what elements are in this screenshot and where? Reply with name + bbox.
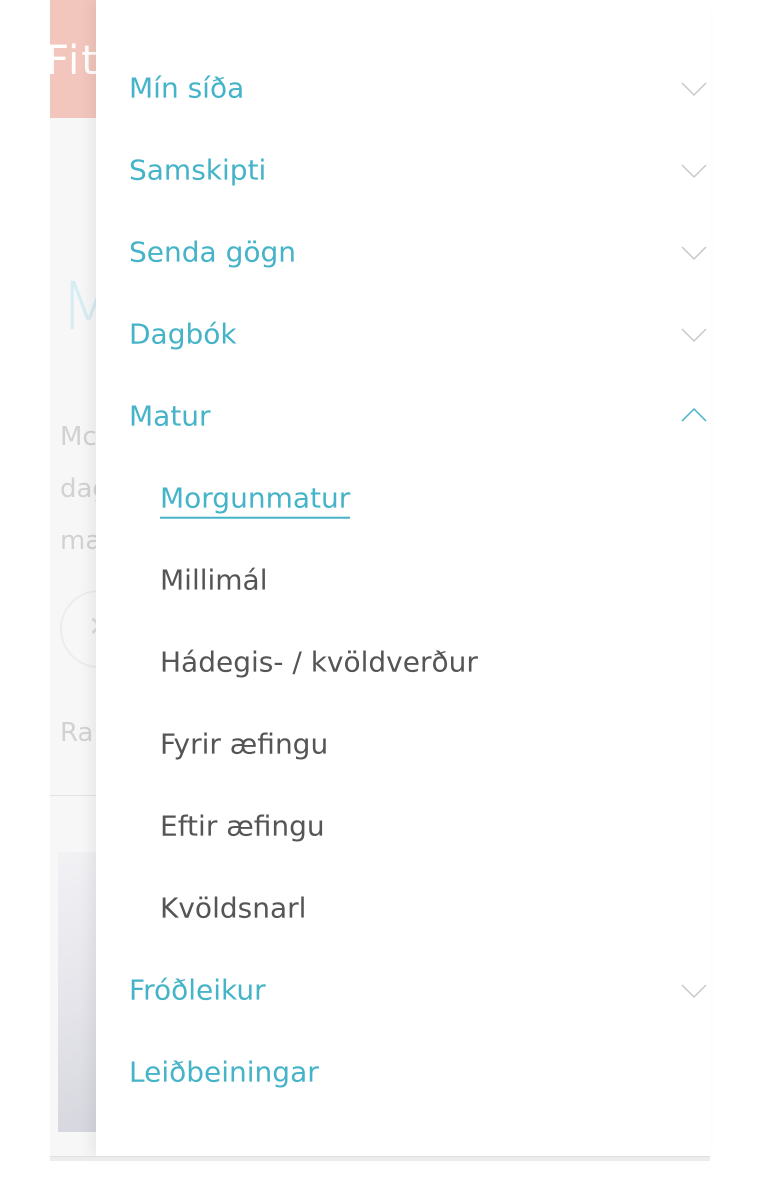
background-footer-text: Ra xyxy=(60,718,94,748)
submenu-item-morgunmatur[interactable]: Morgunmatur xyxy=(96,458,710,538)
chevron-down-icon[interactable] xyxy=(681,239,707,265)
menu-item-label: Leiðbeiningar xyxy=(129,1055,319,1089)
submenu-item-eftir-aefingu[interactable]: Eftir æfingu xyxy=(96,786,710,866)
menu-item-matur[interactable]: Matur xyxy=(96,376,710,456)
submenu-item-label: Kvöldsnarl xyxy=(160,891,307,925)
menu-item-label: Fróðleikur xyxy=(129,973,266,1007)
chevron-down-icon[interactable] xyxy=(681,977,707,1003)
submenu-item-kvoldsnarl[interactable]: Kvöldsnarl xyxy=(96,868,710,948)
background-text-line: Mc xyxy=(60,422,96,452)
background-header-title: Fit xyxy=(50,38,96,84)
navigation-drawer: Mín síða Samskipti Senda gögn Dagbók Mat xyxy=(96,0,710,1156)
menu-item-senda-gogn[interactable]: Senda gögn xyxy=(96,212,710,292)
user-icon: ✕ xyxy=(88,610,96,643)
submenu-item-label: Morgunmatur xyxy=(160,482,351,519)
menu-item-label: Mín síða xyxy=(129,71,245,105)
chevron-down-icon[interactable] xyxy=(681,75,707,101)
bottom-divider xyxy=(50,1156,710,1161)
menu-item-frodleikur[interactable]: Fróðleikur xyxy=(96,950,710,1030)
background-divider xyxy=(50,795,96,796)
background-text-line: dag xyxy=(60,474,96,504)
chevron-up-icon[interactable] xyxy=(681,403,707,429)
background-text-line: ma xyxy=(60,526,96,556)
menu-item-label: Samskipti xyxy=(129,153,267,187)
submenu-item-label: Millimál xyxy=(160,563,268,597)
menu-item-label: Dagbók xyxy=(129,317,237,351)
submenu-item-fyrir-aefingu[interactable]: Fyrir æfingu xyxy=(96,704,710,784)
background-header: Fit xyxy=(50,0,96,118)
menu-item-leidbeiningar[interactable]: Leiðbeiningar xyxy=(96,1032,710,1112)
menu-item-label: Matur xyxy=(129,399,211,433)
app-screen: Fit M Mc dag ma ✕ Ra Mín síða Samskipti … xyxy=(0,0,761,1200)
menu-item-label: Senda gögn xyxy=(129,235,297,269)
menu-item-min-sida[interactable]: Mín síða xyxy=(96,48,710,128)
background-page: Fit M Mc dag ma ✕ Ra xyxy=(50,0,96,1160)
submenu-item-label: Fyrir æfingu xyxy=(160,727,329,761)
background-image xyxy=(58,852,96,1132)
menu-item-dagbok[interactable]: Dagbók xyxy=(96,294,710,374)
background-avatar-circle: ✕ xyxy=(60,590,96,668)
submenu-item-hadegis-kvoldverdur[interactable]: Hádegis- / kvöldverður xyxy=(96,622,710,702)
menu-item-samskipti[interactable]: Samskipti xyxy=(96,130,710,210)
chevron-down-icon[interactable] xyxy=(681,321,707,347)
submenu-item-label: Eftir æfingu xyxy=(160,809,325,843)
submenu-item-millimal[interactable]: Millimál xyxy=(96,540,710,620)
chevron-down-icon[interactable] xyxy=(681,157,707,183)
submenu-item-label: Hádegis- / kvöldverður xyxy=(160,645,478,679)
background-heading: M xyxy=(60,268,96,345)
